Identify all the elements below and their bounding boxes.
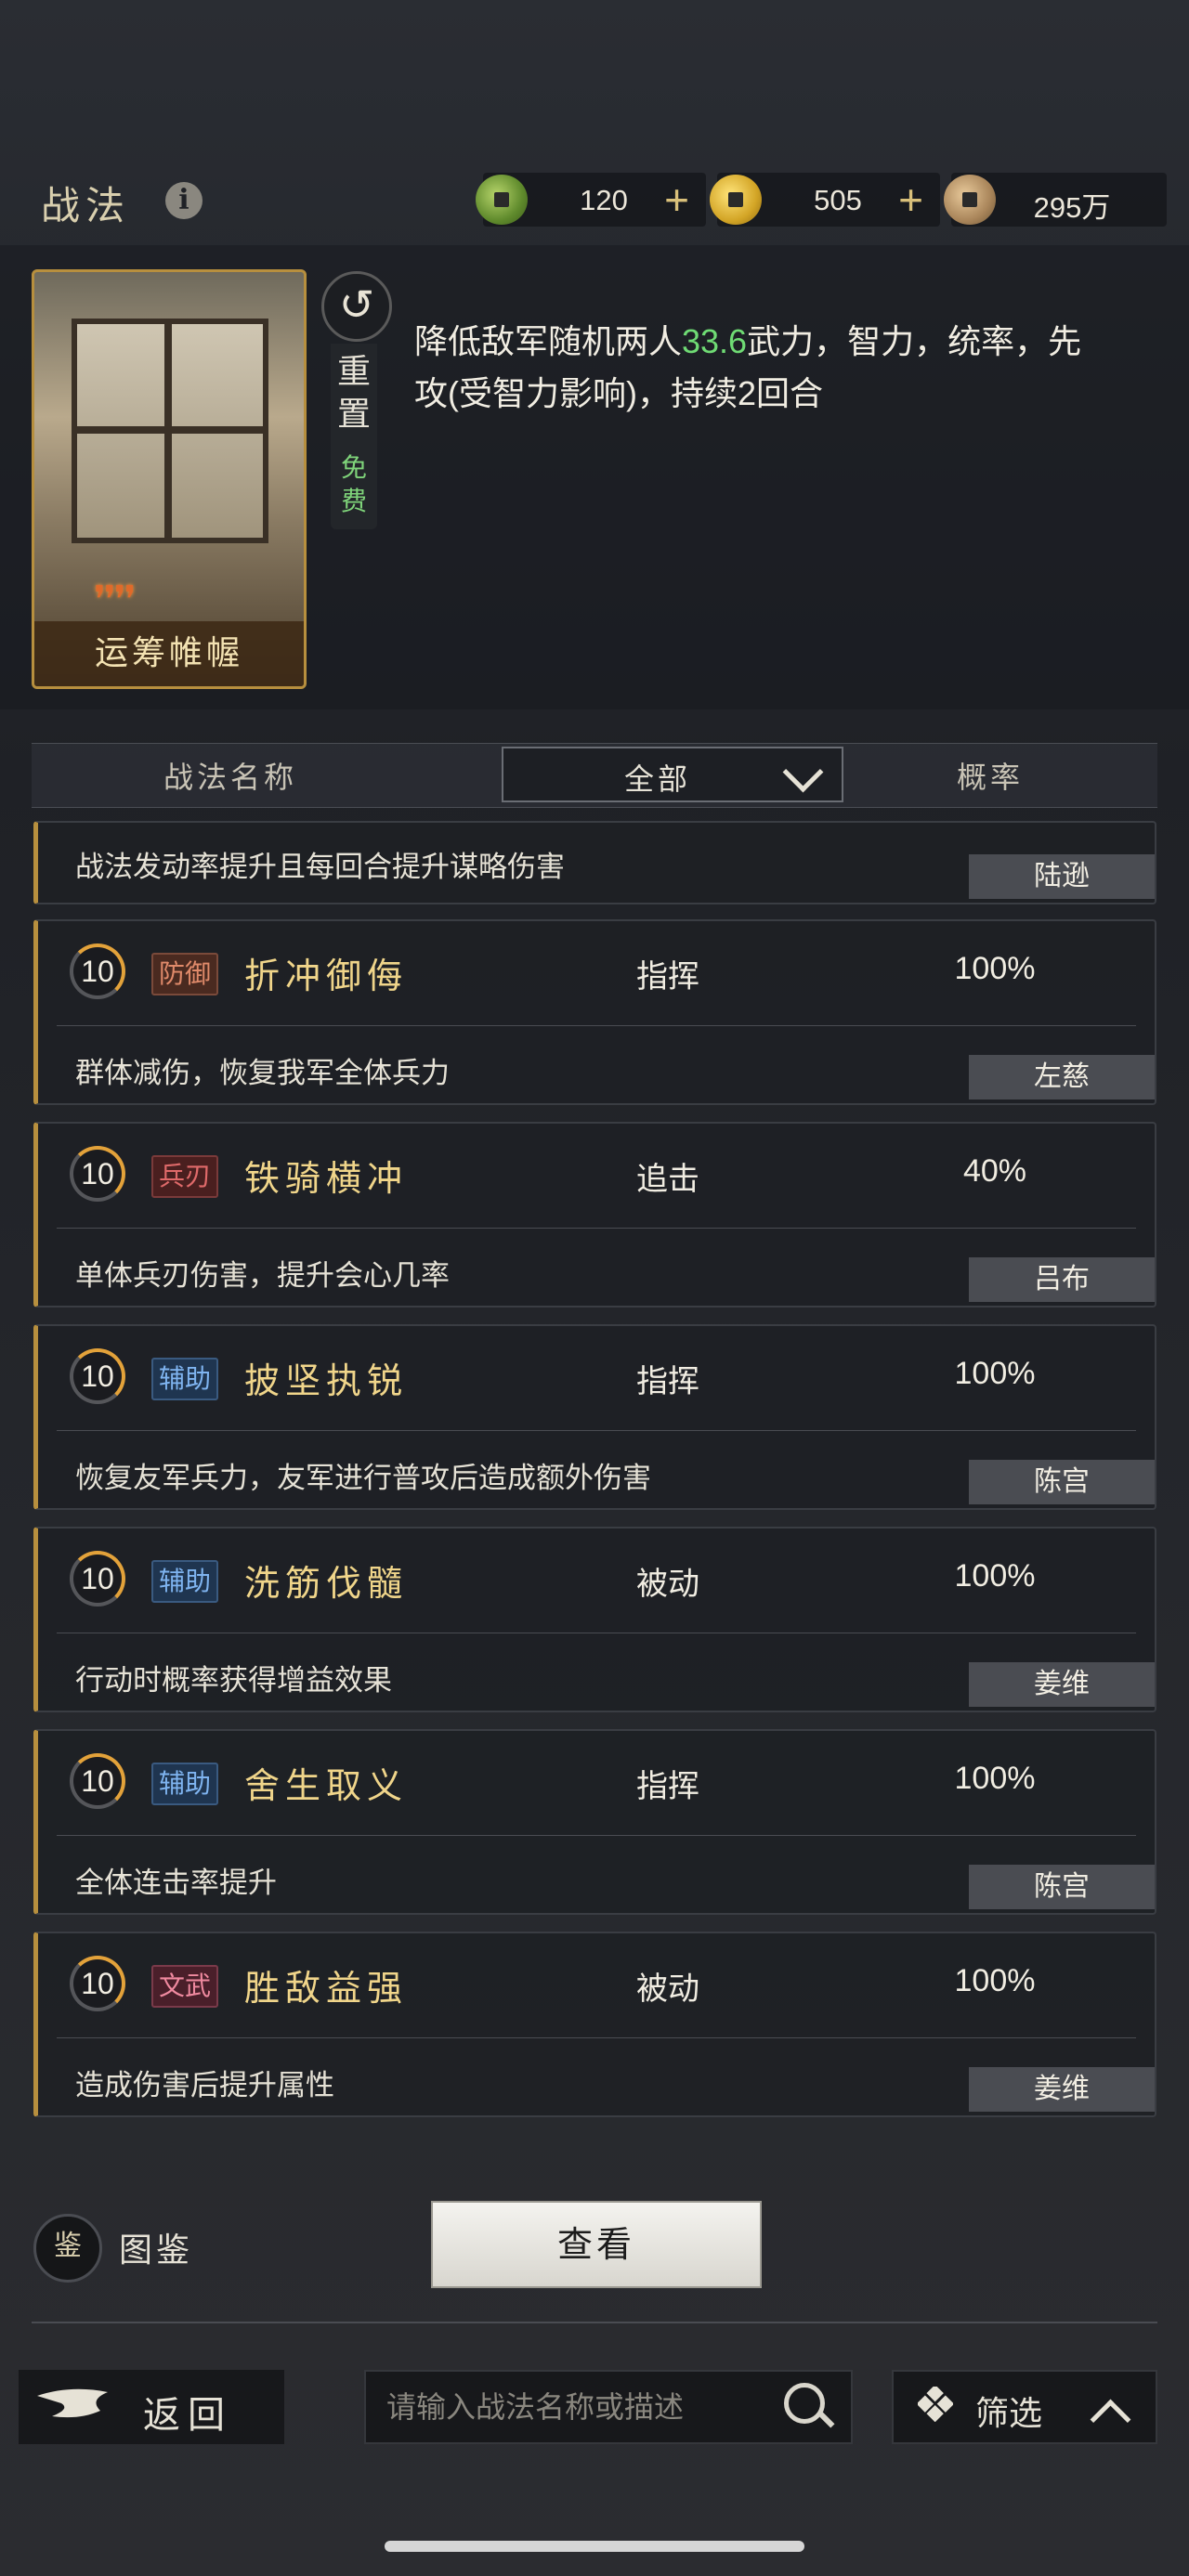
- category-tag: 文武: [151, 1965, 219, 2008]
- dropdown-value: 全部: [624, 761, 692, 797]
- skill-type: 指挥: [636, 1769, 699, 1804]
- skill-type: 被动: [636, 1567, 699, 1602]
- info-icon[interactable]: i: [165, 182, 203, 219]
- category-dropdown[interactable]: 全部: [502, 747, 843, 802]
- list-item[interactable]: 10 辅助 披坚执锐 指挥 100% 恢复友军兵力，友军进行普攻后造成额外伤害 …: [33, 1324, 1156, 1510]
- back-label[interactable]: 返回: [143, 2385, 232, 2439]
- col-prob-header: 概率: [957, 760, 1025, 795]
- skill-name: 披坚执锐: [244, 1360, 409, 1401]
- skill-name: 铁骑横冲: [244, 1158, 409, 1199]
- skill-type: 追击: [636, 1162, 699, 1197]
- encyclopedia-label[interactable]: 图鉴: [119, 2223, 193, 2271]
- skill-desc: 恢复友军兵力，友军进行普攻后造成额外伤害: [75, 1462, 651, 1494]
- divider: [32, 2322, 1157, 2323]
- level-ring: 10: [70, 1551, 125, 1607]
- list-item[interactable]: 10 防御 折冲御侮 指挥 100% 群体减伤，恢复我军全体兵力 左慈: [33, 919, 1156, 1105]
- search-box[interactable]: [364, 2370, 853, 2444]
- skill-desc: 造成伤害后提升属性: [75, 2069, 334, 2101]
- resource-value: 295万: [1033, 191, 1111, 224]
- skill-desc: 单体兵刃伤害，提升会心几率: [75, 1259, 450, 1292]
- skill-prob: 100%: [954, 1558, 1036, 1594]
- page-title: 战法: [41, 183, 131, 228]
- search-icon[interactable]: [784, 2383, 825, 2424]
- card-name: 运筹帷幄: [34, 621, 304, 686]
- resource-value: 120: [580, 184, 628, 216]
- category-tag: 兵刃: [151, 1155, 219, 1198]
- skill-type: 被动: [636, 1971, 699, 2007]
- resource-gold: 505 +: [710, 173, 940, 227]
- chevron-down-icon: [782, 751, 824, 793]
- category-tag: 防御: [151, 953, 219, 995]
- col-name-header: 战法名称: [163, 760, 298, 795]
- resource-jade: 120 +: [476, 173, 706, 227]
- skill-desc: 群体减伤，恢复我军全体兵力: [75, 1057, 450, 1089]
- resource-copper: 295万: [944, 173, 1167, 227]
- view-button[interactable]: 查看: [431, 2201, 762, 2288]
- level-ring: 10: [70, 1348, 125, 1404]
- owner-badge: 姜维: [969, 2067, 1155, 2112]
- list-item[interactable]: 10 兵刃 铁骑横冲 追击 40% 单体兵刃伤害，提升会心几率 吕布: [33, 1122, 1156, 1308]
- skill-name: 折冲御侮: [244, 956, 409, 996]
- level-ring: 10: [70, 1753, 125, 1809]
- skill-prob: 100%: [954, 1761, 1036, 1796]
- list-item[interactable]: 10 文武 胜敌益强 被动 100% 造成伤害后提升属性 姜维: [33, 1932, 1156, 2117]
- owner-badge: 姜维: [969, 1662, 1155, 1707]
- reset-label[interactable]: 重置: [331, 351, 377, 436]
- highlight-value: 33.6: [682, 322, 748, 360]
- category-tag: 辅助: [151, 1358, 219, 1400]
- skill-card[interactable]: ❜❜❜❜ 运筹帷幄: [32, 269, 307, 689]
- list-item[interactable]: 战法发动率提升且每回合提升谋略伤害 陆逊: [33, 821, 1156, 904]
- add-gold-button[interactable]: +: [898, 175, 923, 225]
- skill-description: 降低敌军随机两人33.6武力，智力，统率，先攻(受智力影响)，持续2回合: [414, 322, 1082, 412]
- skill-prob: 100%: [954, 1963, 1036, 1998]
- skill-prob: 100%: [954, 951, 1036, 986]
- category-tag: 辅助: [151, 1560, 219, 1603]
- add-jade-button[interactable]: +: [664, 175, 689, 225]
- skill-prob: 40%: [962, 1153, 1027, 1189]
- skill-name: 胜敌益强: [244, 1968, 409, 2009]
- reset-icon[interactable]: ↺: [321, 271, 392, 342]
- category-tag: 辅助: [151, 1763, 219, 1805]
- owner-badge: 左慈: [969, 1055, 1155, 1099]
- filter-label[interactable]: 筛选: [975, 2387, 1042, 2435]
- gold-coin-icon: [710, 175, 762, 225]
- encyclopedia-icon[interactable]: 鉴: [33, 2214, 102, 2283]
- copper-coin-icon: [944, 175, 996, 225]
- search-input[interactable]: [385, 2385, 760, 2429]
- skill-type: 指挥: [636, 959, 699, 995]
- skill-desc: 行动时概率获得增益效果: [75, 1664, 392, 1697]
- skill-desc: 全体连击率提升: [75, 1867, 277, 1899]
- star-rating: ❜❜❜❜: [94, 579, 137, 620]
- filter-icon: [918, 2387, 953, 2422]
- skill-type: 指挥: [636, 1364, 699, 1399]
- card-artwork: [72, 319, 268, 543]
- jade-coin-icon: [476, 175, 528, 225]
- free-label: 免费: [340, 452, 367, 516]
- skill-prob: 100%: [954, 1356, 1036, 1391]
- home-indicator[interactable]: [385, 2541, 804, 2552]
- owner-badge: 陈宫: [969, 1865, 1155, 1909]
- owner-badge: 陆逊: [969, 854, 1155, 899]
- list-item[interactable]: 10 辅助 舍生取义 指挥 100% 全体连击率提升 陈宫: [33, 1729, 1156, 1915]
- level-ring: 10: [70, 1146, 125, 1202]
- skill-name: 洗筋伐髓: [244, 1563, 409, 1604]
- owner-badge: 吕布: [969, 1257, 1155, 1302]
- skill-desc: 战法发动率提升且每回合提升谋略伤害: [75, 851, 565, 883]
- back-arrow-icon[interactable]: [33, 2383, 113, 2427]
- level-ring: 10: [70, 1956, 125, 2011]
- list-item[interactable]: 10 辅助 洗筋伐髓 被动 100% 行动时概率获得增益效果 姜维: [33, 1527, 1156, 1712]
- skill-name: 舍生取义: [244, 1765, 409, 1806]
- resource-value: 505: [814, 184, 862, 216]
- owner-badge: 陈宫: [969, 1460, 1155, 1504]
- level-ring: 10: [70, 943, 125, 999]
